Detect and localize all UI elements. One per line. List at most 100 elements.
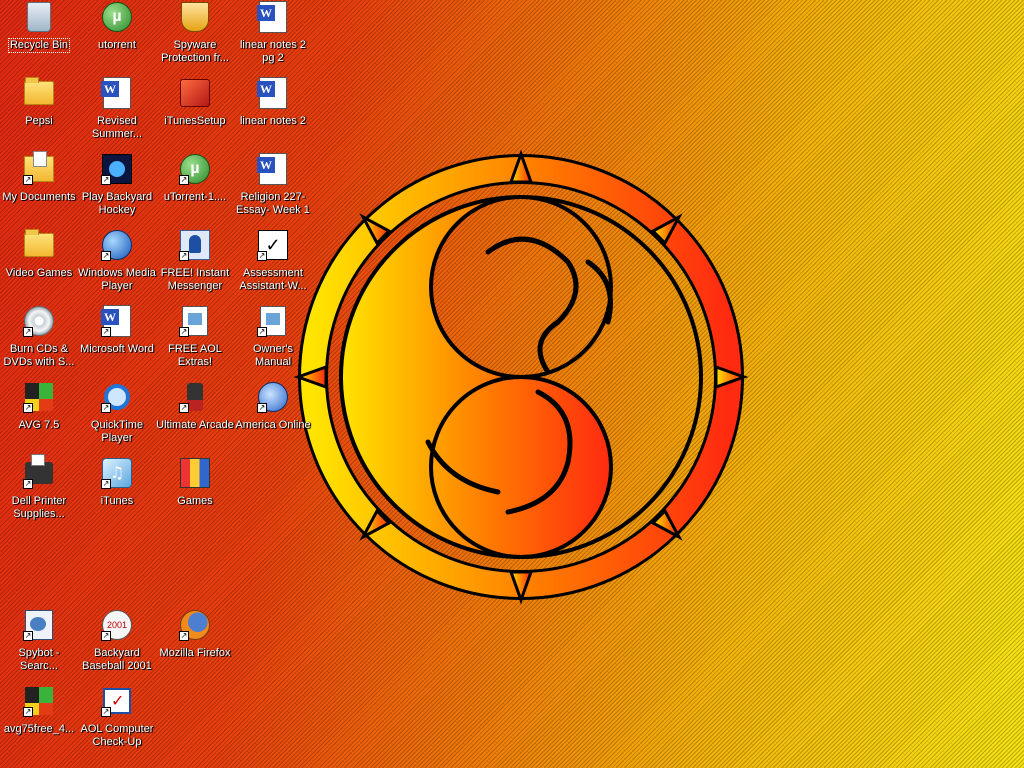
cd-icon: ↗ <box>23 305 55 337</box>
desktop-icon-label: Windows Media Player <box>78 267 156 292</box>
folder-icon <box>23 77 55 109</box>
setup-icon <box>179 77 211 109</box>
shortcut-arrow-icon: ↗ <box>23 403 33 413</box>
desktop-icon-label: Ultimate Arcade <box>156 419 234 431</box>
desktop-icon-label: Religion 227-Essay- Week 1 <box>236 191 310 216</box>
desktop-icon-label: avg75free_4... <box>3 723 75 735</box>
desktop-icon-play-backyard-hockey[interactable]: ↗ Play Backyard Hockey <box>78 152 156 224</box>
shortcut-arrow-icon: ↗ <box>23 479 33 489</box>
desktop-icon-label: iTunes <box>100 495 134 507</box>
avg-icon: ↗ <box>23 685 55 717</box>
desktop-icon-itunes[interactable]: ♫ ↗ iTunes <box>78 456 156 528</box>
desktop-icon-spybot-searc[interactable]: ↗ Spybot - Searc... <box>0 608 78 680</box>
desktop-icon-label: Video Games <box>5 267 73 279</box>
desktop-icon-label: America Online <box>235 419 311 431</box>
desktop-icon-label: QuickTime Player <box>90 419 144 444</box>
word-document-icon: W <box>257 1 289 33</box>
shortcut-arrow-icon: ↗ <box>101 403 111 413</box>
avg-icon: ↗ <box>23 381 55 413</box>
desktop-icon-label: utorrent <box>98 39 136 51</box>
word-document-icon: W <box>101 77 133 109</box>
shortcut-arrow-icon: ↗ <box>101 707 111 717</box>
desktop-icon-linear-notes-2-pg-2[interactable]: Wlinear notes 2 pg 2 <box>234 0 312 72</box>
desktop-icon-label: Microsoft Word <box>80 343 154 355</box>
utorrent-icon: µ <box>101 1 133 33</box>
desktop-icon-video-games[interactable]: Video Games <box>0 228 78 300</box>
desktop-icon-religion-227-essay-week-1[interactable]: W Religion 227-Essay- Week 1 <box>234 152 312 224</box>
desktop-icon-revised-summer[interactable]: W Revised Summer... <box>78 76 156 148</box>
desktop-icon-america-online[interactable]: ↗ America Online <box>234 380 312 452</box>
desktop-icon-aol-computer-check-up[interactable]: ↗ AOL Computer Check-Up <box>78 684 156 756</box>
itunes-icon: ♫ ↗ <box>101 457 133 489</box>
shortcut-arrow-icon: ↗ <box>179 175 189 185</box>
instant-messenger-icon: ↗ <box>179 229 211 261</box>
word-document-icon: W <box>257 77 289 109</box>
checklist-icon: ✓ ↗ <box>257 229 289 261</box>
desktop-icon-owner-s-manual[interactable]: ↗ Owner's Manual <box>234 304 312 376</box>
shortcut-arrow-icon: ↗ <box>179 631 189 641</box>
desktop-icon-quicktime-player[interactable]: ↗ QuickTime Player <box>78 380 156 452</box>
desktop-icon-label: AVG 7.5 <box>18 419 60 431</box>
desktop-icon-backyard-baseball-2001[interactable]: 2001 ↗ Backyard Baseball 2001 <box>78 608 156 680</box>
games-icon <box>179 457 211 489</box>
media-player-icon: ↗ <box>101 229 133 261</box>
spyware-protection-icon <box>179 1 211 33</box>
quicktime-icon: ↗ <box>101 381 133 413</box>
desktop-icon-label: linear notes 2 <box>239 115 307 127</box>
dragon-emblem <box>293 149 749 605</box>
desktop-icon-my-documents[interactable]: ↗ My Documents <box>0 151 78 224</box>
desktop-icon-label: My Documents <box>2 191 76 203</box>
desktop-icon-label: Recycle Bin <box>7 38 71 53</box>
desktop-icon-recycle-bin[interactable]: Recycle Bin <box>0 0 78 72</box>
desktop-icon-label: Pepsi <box>25 115 53 127</box>
desktop-icon-windows-media-player[interactable]: ↗ Windows Media Player <box>78 228 156 300</box>
desktop-icon-assessment-assistant-w[interactable]: ✓ ↗ Assessment Assistant-W... <box>234 228 312 300</box>
shortcut-arrow-icon: ↗ <box>101 327 111 337</box>
desktop-icon-label: AOL Computer Check-Up <box>80 723 154 748</box>
desktop-icon-avg75free-4[interactable]: ↗ avg75free_4... <box>0 684 78 756</box>
firefox-icon: ↗ <box>179 609 211 641</box>
desktop-icon-ultimate-arcade[interactable]: ↗ Ultimate Arcade <box>156 380 234 452</box>
aol-extras-icon: ↗ <box>179 305 211 337</box>
desktop-icon-utorrent[interactable]: µ utorrent <box>78 0 156 72</box>
desktop-icon-spyware-protection-fr[interactable]: Spyware Protection fr... <box>156 0 234 72</box>
desktop-icon-label: FREE AOL Extras! <box>168 343 222 368</box>
shortcut-arrow-icon: ↗ <box>101 631 111 641</box>
word-document-icon: W <box>257 153 289 185</box>
shortcut-arrow-icon: ↗ <box>101 251 111 261</box>
desktop-icon-linear-notes-2[interactable]: Wlinear notes 2 <box>234 76 312 148</box>
desktop-icon-microsoft-word[interactable]: W ↗ Microsoft Word <box>78 304 156 376</box>
desktop-icon-mozilla-firefox[interactable]: ↗ Mozilla Firefox <box>156 608 234 680</box>
shortcut-arrow-icon: ↗ <box>23 707 33 717</box>
desktop-icon-label: Spyware Protection fr... <box>161 39 229 64</box>
shortcut-arrow-icon: ↗ <box>179 327 189 337</box>
shortcut-arrow-icon: ↗ <box>257 251 267 261</box>
desktop-icon-label: uTorrent-1.... <box>163 191 227 203</box>
desktop-icon-label: Assessment Assistant-W... <box>239 267 307 292</box>
shortcut-arrow-icon: ↗ <box>23 631 33 641</box>
printer-icon: ↗ <box>23 454 55 489</box>
desktop-icon-label: iTunesSetup <box>164 115 226 127</box>
shortcut-arrow-icon: ↗ <box>23 327 33 337</box>
shortcut-arrow-icon: ↗ <box>23 175 33 185</box>
desktop-icon-burn-cds-dvds-with-s[interactable]: ↗ Burn CDs & DVDs with S... <box>0 304 78 376</box>
desktop-icon-free-aol-extras[interactable]: ↗ FREE AOL Extras! <box>156 304 234 376</box>
desktop-icon-label: Burn CDs & DVDs with S... <box>3 343 75 368</box>
spybot-icon: ↗ <box>23 609 55 641</box>
desktop-icon-itunessetup[interactable]: iTunesSetup <box>156 76 234 148</box>
desktop-icon-label: Spybot - Searc... <box>18 647 60 672</box>
shortcut-arrow-icon: ↗ <box>101 175 111 185</box>
utorrent-icon: µ ↗ <box>179 153 211 185</box>
desktop-icon-games[interactable]: Games <box>156 456 234 528</box>
shortcut-arrow-icon: ↗ <box>257 403 267 413</box>
desktop-icon-dell-printer-supplies[interactable]: ↗ Dell Printer Supplies... <box>0 454 78 528</box>
desktop-icon-label: Play Backyard Hockey <box>81 191 153 216</box>
desktop-icon-pepsi[interactable]: Pepsi <box>0 76 78 148</box>
desktop-icon-label: Backyard Baseball 2001 <box>82 647 152 672</box>
desktop-icon-utorrent-1[interactable]: µ ↗ uTorrent-1.... <box>156 152 234 224</box>
shortcut-arrow-icon: ↗ <box>179 403 189 413</box>
desktop-icon-label: FREE! Instant Messenger <box>160 267 230 292</box>
desktop-icon-avg-7-5[interactable]: ↗ AVG 7.5 <box>0 380 78 452</box>
desktop-icon-free-instant-messenger[interactable]: ↗ FREE! Instant Messenger <box>156 228 234 300</box>
aol-icon: ↗ <box>257 381 289 413</box>
